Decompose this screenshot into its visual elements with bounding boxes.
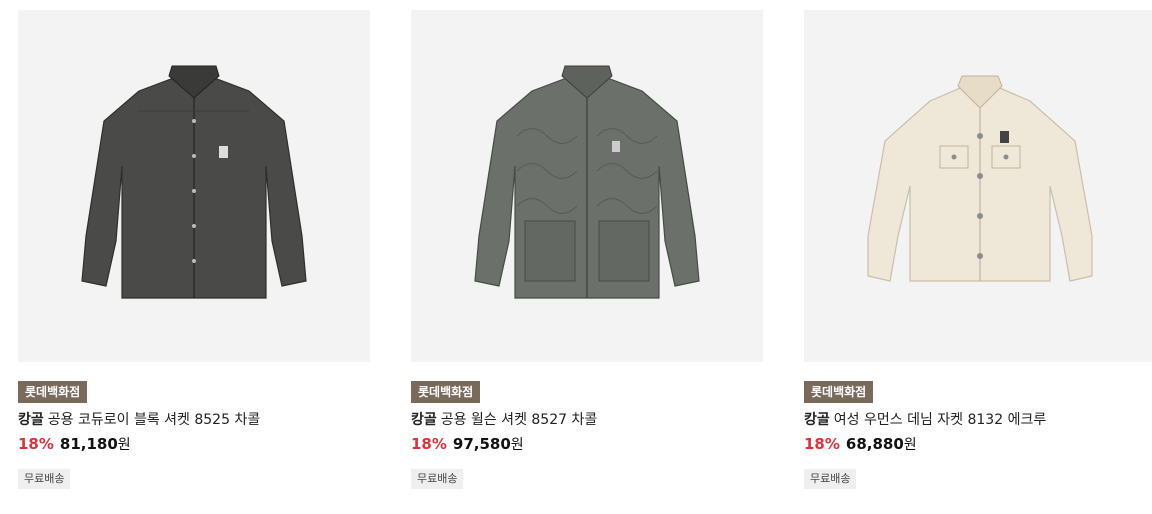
product-image[interactable] <box>804 10 1152 362</box>
product-title[interactable]: 캉골 여성 우먼스 데님 자켓 8132 에크루 <box>804 411 1152 429</box>
store-badge: 롯데백화점 <box>804 381 874 403</box>
price-row: 18% 81,180원 <box>18 435 370 455</box>
discount-rate: 18% <box>18 435 54 453</box>
product-name: 여성 우먼스 데님 자켓 8132 에크루 <box>833 412 1047 428</box>
product-card[interactable]: 롯데백화점 캉골 공용 윌슨 셔켓 8527 차콜 18% 97,580원 무료배송 <box>411 10 763 489</box>
currency-unit: 원 <box>117 437 131 453</box>
brand-name: 캉골 <box>804 412 830 428</box>
product-title[interactable]: 캉골 공용 윌슨 셔켓 8527 차콜 <box>411 411 763 429</box>
product-grid: 롯데백화점 캉골 공용 코듀로이 블록 셔켓 8525 차콜 18% 81,180원… <box>0 0 1152 514</box>
free-shipping-badge: 무료배송 <box>804 469 857 489</box>
price-row: 18% 97,580원 <box>411 435 763 455</box>
product-name: 공용 코듀로이 블록 셔켓 8525 차콜 <box>47 412 261 428</box>
product-image[interactable] <box>18 10 370 362</box>
product-card[interactable]: 롯데백화점 캉골 여성 우먼스 데님 자켓 8132 에크루 18% 68,880원… <box>804 10 1152 489</box>
brand-name: 캉골 <box>411 412 437 428</box>
discount-rate: 18% <box>804 435 840 453</box>
product-image[interactable] <box>411 10 763 362</box>
product-card[interactable]: 롯데백화점 캉골 공용 코듀로이 블록 셔켓 8525 차콜 18% 81,180원… <box>18 10 370 489</box>
product-name: 공용 윌슨 셔켓 8527 차콜 <box>440 412 598 428</box>
store-badge: 롯데백화점 <box>411 381 481 403</box>
price-row: 18% 68,880원 <box>804 435 1152 455</box>
store-badge: 롯데백화점 <box>18 381 88 403</box>
charcoal-shirt-jacket-icon <box>81 65 307 299</box>
ecru-denim-jacket-icon <box>867 75 1093 282</box>
currency-unit: 원 <box>903 437 917 453</box>
brand-name: 캉골 <box>18 412 44 428</box>
product-title[interactable]: 캉골 공용 코듀로이 블록 셔켓 8525 차콜 <box>18 411 370 429</box>
currency-unit: 원 <box>510 437 524 453</box>
free-shipping-badge: 무료배송 <box>411 469 464 489</box>
sale-price: 68,880 <box>845 435 904 453</box>
sale-price: 97,580 <box>452 435 511 453</box>
quilted-shirt-jacket-icon <box>474 65 700 299</box>
sale-price: 81,180 <box>59 435 118 453</box>
free-shipping-badge: 무료배송 <box>18 469 71 489</box>
discount-rate: 18% <box>411 435 447 453</box>
